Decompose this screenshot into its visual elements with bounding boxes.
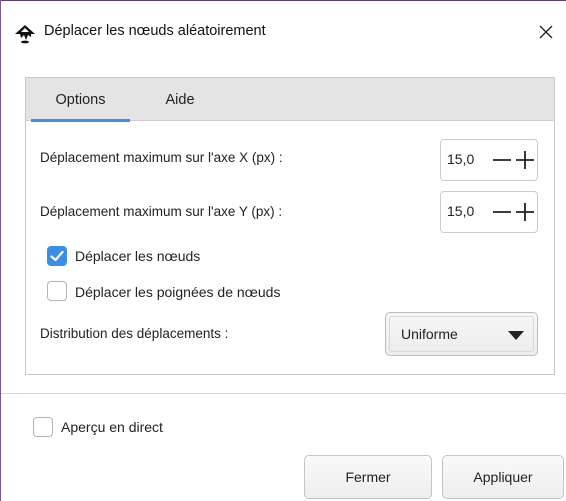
distribution-dropdown[interactable]: Uniforme bbox=[385, 312, 538, 356]
live-preview-checkbox[interactable] bbox=[33, 417, 53, 437]
window-title: Déplacer les nœuds aléatoirement bbox=[44, 23, 266, 39]
plus-icon[interactable] bbox=[513, 146, 537, 174]
max-x-label: Déplacement maximum sur l'axe X (px) : bbox=[40, 150, 283, 165]
max-y-spinbutton[interactable]: 15,0 bbox=[440, 191, 538, 233]
window-left-border bbox=[0, 0, 1, 501]
live-preview-label[interactable]: Aperçu en direct bbox=[61, 419, 163, 435]
tab-aide[interactable]: Aide bbox=[146, 78, 214, 121]
move-handles-label[interactable]: Déplacer les poignées de nœuds bbox=[75, 284, 280, 300]
apply-button[interactable]: Appliquer bbox=[442, 455, 564, 499]
max-x-value[interactable]: 15,0 bbox=[447, 151, 474, 167]
tab-options[interactable]: Options bbox=[31, 78, 130, 122]
checkmark-icon bbox=[50, 250, 64, 262]
minus-icon[interactable] bbox=[491, 146, 513, 174]
close-icon bbox=[539, 25, 553, 39]
distribution-label: Distribution des déplacements : bbox=[40, 326, 229, 341]
max-y-label: Déplacement maximum sur l'axe Y (px) : bbox=[40, 204, 283, 219]
title-bar[interactable]: Déplacer les nœuds aléatoirement bbox=[1, 1, 566, 63]
max-x-spinbutton[interactable]: 15,0 bbox=[440, 139, 538, 181]
dropdown-arrow-icon bbox=[508, 331, 524, 340]
move-nodes-checkbox[interactable] bbox=[47, 246, 67, 266]
close-button[interactable]: Fermer bbox=[304, 455, 432, 499]
separator bbox=[1, 393, 566, 394]
minus-icon[interactable] bbox=[491, 198, 513, 226]
move-nodes-label[interactable]: Déplacer les nœuds bbox=[75, 248, 200, 264]
plus-icon[interactable] bbox=[513, 198, 537, 226]
distribution-value: Uniforme bbox=[401, 326, 458, 342]
inkscape-icon bbox=[15, 25, 35, 44]
max-y-value[interactable]: 15,0 bbox=[447, 203, 474, 219]
move-handles-checkbox[interactable] bbox=[47, 281, 67, 301]
close-window-button[interactable] bbox=[527, 11, 565, 53]
tab-bar: Options Aide bbox=[26, 78, 554, 122]
